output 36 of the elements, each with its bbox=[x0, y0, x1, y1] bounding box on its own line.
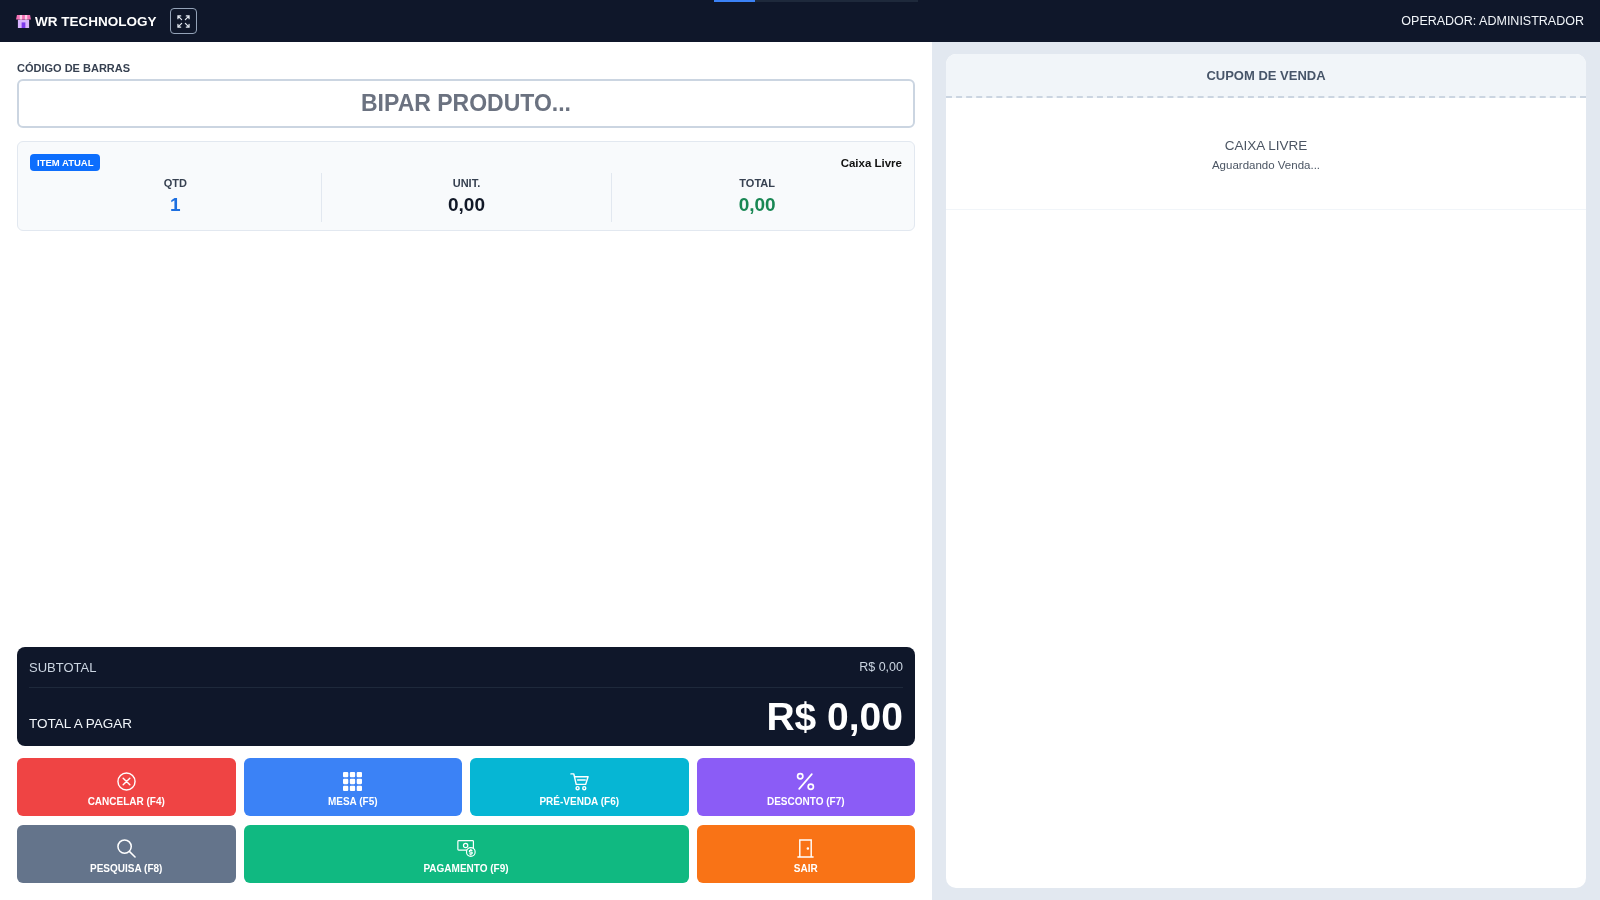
tables-button[interactable]: MESA (F5) bbox=[243, 758, 462, 816]
barcode-input[interactable]: BIPAR PRODUTO... bbox=[17, 79, 915, 128]
cash-icon bbox=[456, 838, 476, 858]
grid-icon bbox=[343, 771, 363, 791]
brand-name: WR TECHNOLOGY bbox=[35, 13, 157, 29]
expand-icon bbox=[176, 14, 190, 28]
item-status: Caixa Livre bbox=[840, 156, 902, 169]
discount-button[interactable]: DESCONTO (F7) bbox=[696, 758, 915, 816]
subtotal-label: SUBTOTAL bbox=[29, 659, 97, 675]
field-label: UNIT. bbox=[452, 177, 481, 189]
field-label: TOTAL bbox=[739, 177, 775, 189]
total-label: TOTAL A PAGAR bbox=[29, 716, 133, 731]
search-button[interactable]: PESQUISA (F8) bbox=[17, 825, 236, 883]
fullscreen-button[interactable] bbox=[169, 8, 197, 34]
payment-button[interactable]: PAGAMENTO (F9) bbox=[243, 825, 689, 883]
field-value: 0,00 bbox=[738, 194, 776, 216]
cart-icon bbox=[569, 771, 589, 791]
x-circle-icon bbox=[116, 771, 136, 791]
store-icon bbox=[16, 14, 31, 28]
search-icon bbox=[116, 838, 136, 858]
cancel-button[interactable]: CANCELAR (F4) bbox=[17, 758, 236, 816]
percent-icon bbox=[796, 771, 816, 791]
field-value: 0,00 bbox=[448, 194, 485, 216]
item-badge: ITEM ATUAL bbox=[30, 154, 101, 171]
receipt-title: CUPOM DE VENDA bbox=[1206, 67, 1326, 83]
door-icon bbox=[796, 838, 816, 858]
operator-label: OPERADOR: ADMINISTRADOR bbox=[1401, 14, 1584, 28]
pre-sale-button[interactable]: PRÉ-VENDA (F6) bbox=[470, 758, 689, 816]
barcode-label: CÓDIGO DE BARRAS bbox=[17, 62, 131, 74]
field-label: QTD bbox=[163, 177, 187, 189]
exit-button[interactable]: SAIR bbox=[696, 825, 915, 883]
empty-title: CAIXA LIVRE bbox=[1224, 138, 1308, 153]
empty-subtitle: Aguardando Venda... bbox=[1211, 159, 1321, 171]
subtotal-value: R$ 0,00 bbox=[859, 660, 903, 674]
total-value: R$ 0,00 bbox=[766, 697, 903, 736]
field-value: 1 bbox=[170, 194, 181, 216]
